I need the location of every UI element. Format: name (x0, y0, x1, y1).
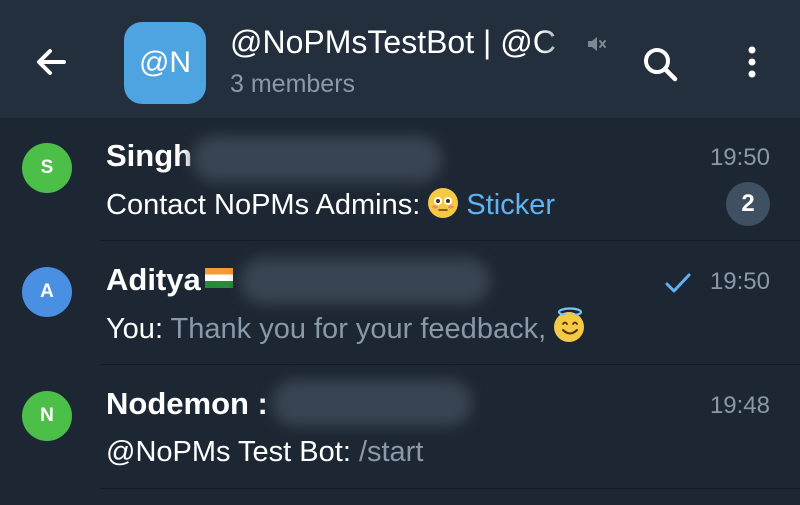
search-icon[interactable] (640, 44, 680, 84)
member-count: 3 members (230, 70, 356, 98)
group-title[interactable]: @NoPMsTestBot | @C (230, 24, 590, 66)
flushed-face-icon (428, 188, 459, 218)
chat-header: @N @NoPMsTestBot | @C 3 members (0, 0, 800, 118)
divider (100, 364, 800, 365)
avatar: A (22, 267, 72, 317)
group-avatar[interactable]: @N (124, 22, 206, 104)
india-flag-icon (204, 268, 233, 288)
avatar: N (22, 391, 72, 441)
chat-preview: Contact NoPMs Admins: Sticker (106, 188, 555, 222)
preview-sender: @NoPMs Test Bot: (106, 436, 359, 468)
back-arrow-icon[interactable] (30, 40, 74, 84)
more-vert-icon[interactable] (740, 42, 764, 82)
chat-item-nodemon[interactable]: N Nodemon : 19:48 @NoPMs Test Bot: /star… (0, 366, 800, 490)
avatar: S (22, 143, 72, 193)
chat-name-text: Aditya (106, 262, 201, 297)
divider (100, 240, 800, 241)
preview-sender: You: (106, 313, 171, 345)
redacted-name (272, 380, 472, 426)
mute-icon (588, 37, 606, 51)
chat-time: 19:50 (709, 268, 770, 295)
preview-text: Thank you for your feedback, (170, 313, 555, 345)
preview-sticker: Sticker (466, 189, 556, 221)
preview-text: Contact NoPMs Admins: (106, 189, 429, 221)
divider (100, 488, 800, 489)
redacted-name (192, 136, 442, 182)
chat-time: 19:50 (709, 144, 770, 171)
chat-time: 19:48 (709, 392, 770, 419)
chat-name: Singh (106, 138, 193, 173)
redacted-name (240, 258, 490, 304)
sent-check-icon (665, 273, 691, 293)
chat-item-singh[interactable]: S Singh 19:50 Contact NoPMs Admins: Stic… (0, 118, 800, 242)
chat-name: Nodemon : (106, 386, 268, 421)
chat-item-aditya[interactable]: A Aditya 19:50 You: Thank you for your f… (0, 242, 800, 366)
chat-name: Aditya (106, 262, 233, 298)
chat-preview: You: Thank you for your feedback, (106, 307, 585, 346)
unread-badge: 2 (726, 182, 770, 226)
chat-preview: @NoPMs Test Bot: /start (106, 436, 423, 469)
halo-smile-icon (554, 307, 585, 342)
preview-text: /start (358, 436, 424, 468)
